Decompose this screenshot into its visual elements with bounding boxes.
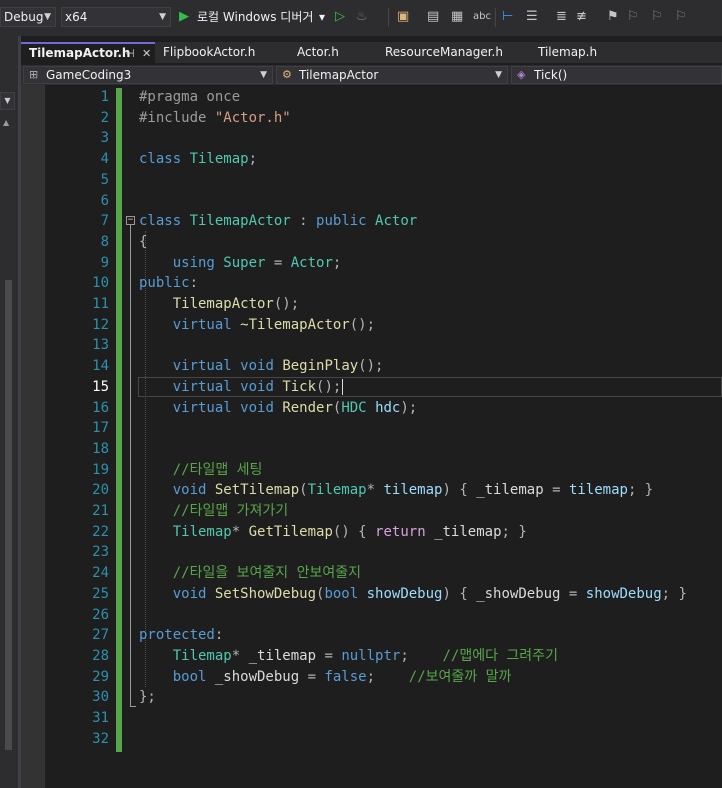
- class-select[interactable]: ⚙ TilemapActor ▼: [276, 66, 508, 84]
- line-number: 5: [100, 171, 109, 188]
- line-number: 32: [92, 730, 109, 747]
- platform-value: x64: [65, 10, 88, 24]
- chevron-down-icon: ▼: [44, 12, 51, 22]
- previous-bookmark-icon[interactable]: ⚐: [627, 8, 639, 26]
- code-line-14: virtual void BeginPlay();: [139, 358, 384, 375]
- line-number: 6: [100, 192, 109, 209]
- method-icon: ◈: [517, 68, 526, 81]
- tab-tilemapactor-h[interactable]: TilemapActor.h ⊣ ✕: [21, 42, 159, 63]
- start-without-debugging-icon[interactable]: ▷: [335, 8, 345, 26]
- scroll-up-icon[interactable]: ▲: [3, 118, 9, 127]
- configuration-select[interactable]: Debug ▼: [0, 7, 56, 27]
- code-line-19: //타일맵 세팅: [139, 461, 263, 478]
- align-left-icon[interactable]: ⊢: [502, 8, 513, 26]
- toolbar-separator: [495, 8, 496, 27]
- tab-label: Tilemap.h: [538, 45, 598, 59]
- left-tool-strip: ▼ ▲: [0, 36, 18, 788]
- play-icon[interactable]: ▶: [179, 8, 189, 26]
- code-line-16: virtual void Render(HDC hdc);: [139, 399, 418, 416]
- close-icon[interactable]: ✕: [142, 44, 151, 63]
- line-number: 31: [92, 710, 109, 726]
- chevron-down-icon: ▼: [495, 70, 502, 80]
- hot-reload-icon[interactable]: ♨: [356, 8, 368, 26]
- tab-label: TilemapActor.h: [29, 46, 131, 60]
- line-number: 13: [92, 337, 109, 354]
- project-value: GameCoding3: [46, 68, 132, 82]
- member-value: Tick(): [534, 68, 568, 82]
- code-line-28: Tilemap* _tilemap = nullptr; //맵에다 그려주기: [172, 647, 558, 664]
- bookmark-icon[interactable]: ⚑: [607, 8, 619, 26]
- uncomment-lines-icon[interactable]: ≢: [576, 8, 587, 26]
- code-line-4: class Tilemap;: [139, 151, 258, 168]
- tab-flipbookactor-h[interactable]: FlipbookActor.h: [155, 42, 285, 63]
- project-select[interactable]: ⊞ GameCoding3 ▼: [23, 66, 273, 84]
- line-number: 17: [92, 420, 109, 437]
- debugger-dropdown[interactable]: ▾: [319, 8, 325, 26]
- code-line-29: bool _showDebug = false; //보여줄까 말까: [139, 668, 512, 685]
- code-line-8: {: [139, 233, 148, 250]
- code-line-21: //타일맵 가져가기: [139, 503, 289, 519]
- next-bookmark-icon[interactable]: ⚐: [651, 8, 663, 26]
- chevron-down-icon: ▼: [159, 12, 166, 22]
- left-scrollbar-thumb[interactable]: [5, 280, 12, 750]
- toolbar-separator: [388, 8, 389, 27]
- start-debugging-button[interactable]: 로컬 Windows 디버거: [197, 8, 313, 26]
- code-line-22: Tilemap* GetTilemap() { return _tilemap;…: [172, 523, 527, 540]
- main-toolbar: Debug ▼ x64 ▼ ▶ 로컬 Windows 디버거 ▾ ▷ ♨ ▣ ▤…: [0, 0, 722, 36]
- code-line-24: //타일을 보여줄지 안보여줄지: [139, 565, 361, 582]
- code-line-30: };: [139, 689, 156, 706]
- spell-check-icon[interactable]: abc: [473, 8, 491, 26]
- clear-bookmarks-icon[interactable]: ⚐: [675, 8, 687, 26]
- text-cursor: [342, 378, 344, 395]
- line-number: 23: [92, 544, 109, 561]
- pin-icon[interactable]: ⊣: [125, 44, 135, 63]
- document-tabs: TilemapActor.h ⊣ ✕ FlipbookActor.h Actor…: [21, 42, 722, 63]
- code-editor[interactable]: 1 2 3 4 5 6 7 8 9 10 11 12 13 14 15 16 1…: [21, 85, 722, 788]
- line-number: 26: [92, 606, 109, 623]
- window-layout-icon[interactable]: ▤: [427, 8, 439, 26]
- code-line-9: using Super = Actor;: [139, 254, 342, 271]
- comment-lines-icon[interactable]: ≣: [556, 8, 567, 26]
- tab-resourcemanager-h[interactable]: ResourceManager.h: [377, 42, 527, 63]
- code-line-7: class TilemapActor : public Actor: [139, 213, 418, 230]
- tab-actor-h[interactable]: Actor.h: [289, 42, 373, 63]
- code-line-1: #pragma once: [139, 89, 241, 105]
- project-icon: ⊞: [29, 68, 39, 81]
- navigation-bar: ⊞ GameCoding3 ▼ ⚙ TilemapActor ▼ ◈ Tick(…: [21, 65, 722, 85]
- line-number: 3: [100, 130, 109, 147]
- platform-select[interactable]: x64 ▼: [61, 7, 171, 27]
- tab-label: Actor.h: [297, 45, 339, 59]
- code-line-25: void SetShowDebug(bool showDebug) { _sho…: [139, 585, 687, 602]
- solution-explorer-icon[interactable]: ▣: [397, 8, 409, 26]
- line-number: 18: [92, 440, 109, 457]
- code-line-11: TilemapActor();: [172, 296, 300, 312]
- left-dropdown[interactable]: ▼: [0, 92, 15, 110]
- tab-label: ResourceManager.h: [385, 45, 503, 59]
- code-line-27: protected:: [139, 627, 224, 644]
- code-line-15: virtual void Tick();: [139, 378, 344, 395]
- tab-label: FlipbookActor.h: [163, 45, 256, 59]
- code-line-10: public:: [139, 275, 199, 292]
- configuration-value: Debug: [4, 10, 44, 24]
- class-icon: ⚙: [282, 68, 292, 81]
- code-line-20: void SetTilemap(Tilemap* tilemap) { _til…: [139, 482, 654, 499]
- class-value: TilemapActor: [299, 68, 379, 82]
- code-line-12: virtual ~TilemapActor();: [139, 316, 376, 333]
- tab-tilemap-h[interactable]: Tilemap.h: [530, 42, 634, 63]
- browse-icon[interactable]: ▦: [451, 8, 463, 26]
- member-select[interactable]: ◈ Tick(): [511, 66, 722, 84]
- code-line-2: #include "Actor.h": [139, 109, 291, 126]
- indent-icon[interactable]: ☰: [526, 8, 538, 26]
- chevron-down-icon: ▼: [260, 70, 267, 80]
